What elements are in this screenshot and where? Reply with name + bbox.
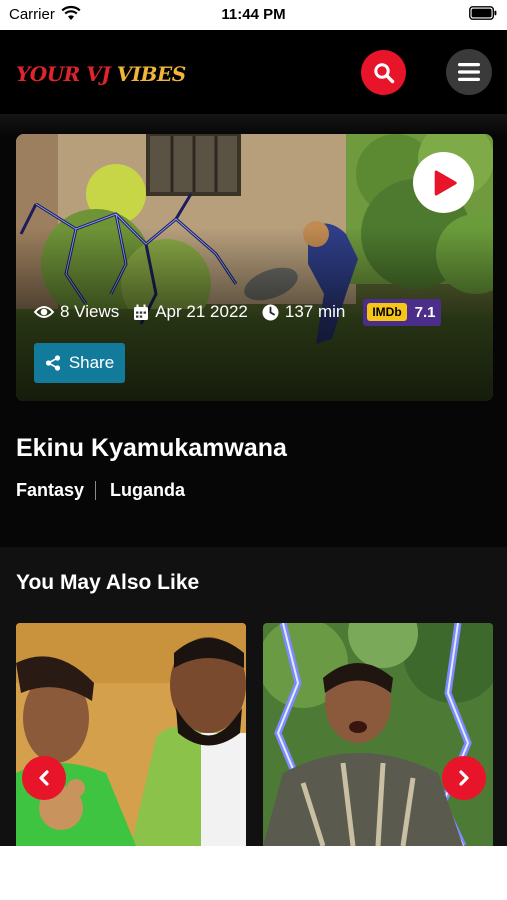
imdb-score: 7.1 bbox=[414, 303, 436, 321]
carousel-next-button[interactable] bbox=[442, 756, 486, 800]
calendar-icon bbox=[134, 304, 149, 320]
release-date: Apr 21 2022 bbox=[133, 302, 248, 322]
eye-icon bbox=[34, 306, 54, 318]
genre-tag[interactable]: Fantasy bbox=[16, 480, 84, 501]
play-icon bbox=[434, 170, 457, 195]
clock: 11:44 PM bbox=[221, 6, 286, 23]
chevron-right-icon bbox=[459, 770, 469, 786]
play-button[interactable] bbox=[413, 152, 474, 213]
imdb-logo: IMDb bbox=[367, 303, 407, 321]
share-label: Share bbox=[68, 353, 115, 372]
logo-text-part1: YOUR VJ bbox=[16, 62, 111, 86]
recommended-movie-card[interactable] bbox=[263, 623, 493, 846]
imdb-rating-badge: IMDb 7.1 bbox=[363, 298, 441, 326]
section-divider bbox=[0, 114, 507, 136]
movie-title: Ekinu Kyamukamwana bbox=[16, 434, 287, 462]
bottom-safe-area bbox=[0, 846, 507, 900]
hamburger-menu-icon bbox=[458, 63, 480, 81]
app-header: YOUR VJ VIBES bbox=[0, 30, 507, 114]
recommendations-section: You May Also Like bbox=[0, 547, 507, 846]
views-count: 8 Views bbox=[34, 302, 119, 322]
carousel-prev-button[interactable] bbox=[22, 756, 66, 800]
recommended-movie-card[interactable] bbox=[16, 623, 246, 846]
duration: 137 min bbox=[262, 302, 345, 322]
movie-poster-image bbox=[263, 623, 493, 846]
search-icon bbox=[373, 62, 394, 83]
search-button[interactable] bbox=[361, 50, 406, 95]
views-text: 8 Views bbox=[60, 302, 120, 321]
movie-poster-image bbox=[16, 623, 246, 846]
logo-text-part2: VIBES bbox=[116, 62, 186, 86]
duration-text: 137 min bbox=[284, 302, 346, 321]
menu-button[interactable] bbox=[446, 49, 492, 95]
clock-icon bbox=[262, 304, 279, 320]
share-icon bbox=[45, 355, 60, 371]
chevron-left-icon bbox=[39, 770, 49, 786]
status-bar: Carrier 11:44 PM bbox=[0, 0, 507, 30]
battery-icon bbox=[469, 6, 497, 20]
tag-separator bbox=[95, 481, 97, 500]
movie-tags: Fantasy Luganda bbox=[16, 480, 185, 501]
movie-meta-row: 8 Views Apr 21 2022 137 min IMDb 7.1 bbox=[34, 297, 441, 327]
movie-hero-banner[interactable]: 8 Views Apr 21 2022 137 min IMDb 7.1 Sha… bbox=[16, 134, 493, 401]
language-tag[interactable]: Luganda bbox=[110, 480, 185, 501]
recommendations-title: You May Also Like bbox=[16, 571, 200, 594]
share-button[interactable]: Share bbox=[34, 343, 125, 383]
date-text: Apr 21 2022 bbox=[155, 302, 248, 321]
app-logo[interactable]: YOUR VJ VIBES bbox=[16, 62, 186, 86]
